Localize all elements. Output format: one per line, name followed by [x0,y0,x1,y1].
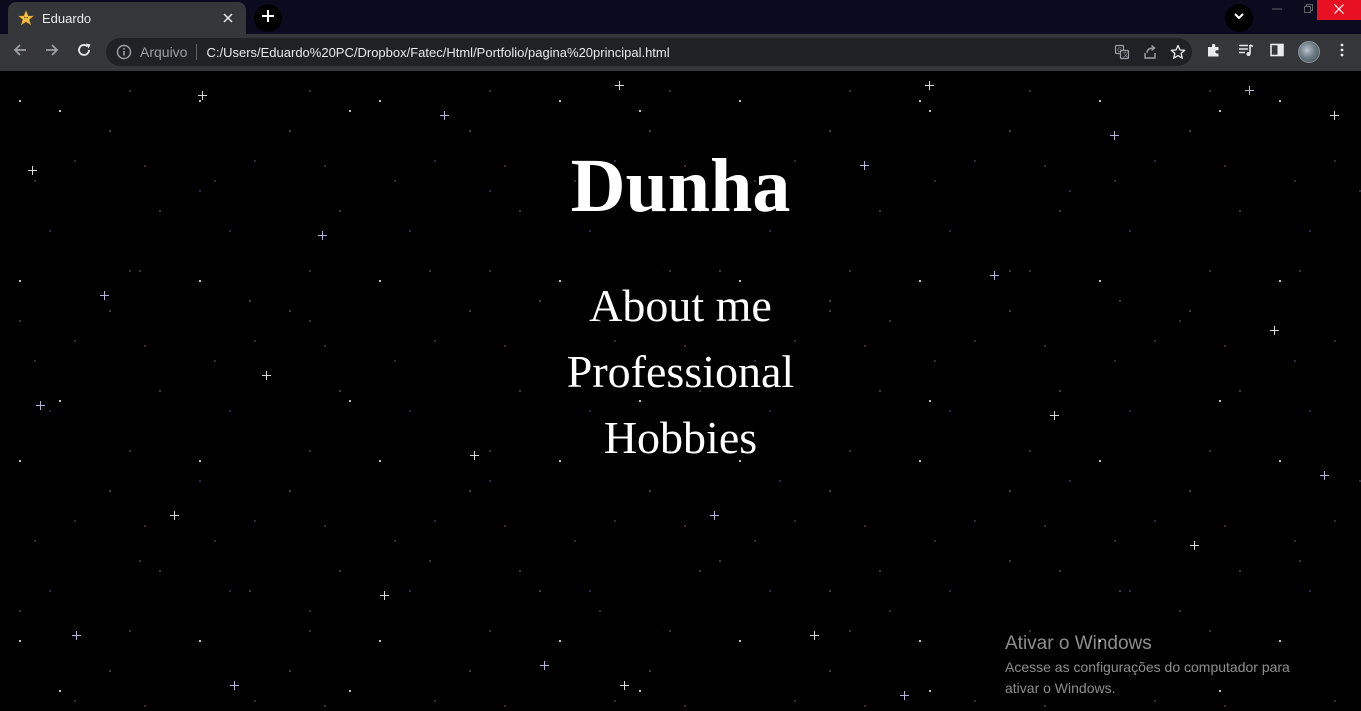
sparkle-star [1110,131,1119,140]
menu-link-about-me[interactable]: About me [589,273,772,339]
sparkle-star [1330,111,1339,120]
star-icon [18,10,34,26]
sparkle-star [540,661,549,670]
side-panel-icon [1269,42,1285,63]
svg-text:文: 文 [1123,51,1129,59]
sparkle-star [615,81,624,90]
translate-icon[interactable]: G文 [1108,38,1136,66]
close-icon [1334,1,1344,19]
svg-text:G: G [1117,47,1122,54]
playlist-icon [1238,42,1254,63]
sparkle-star [170,511,179,520]
activation-title: Ativar o Windows [1005,633,1152,654]
sparkle-star [810,631,819,640]
sparkle-star [900,691,909,700]
sparkle-star [318,231,327,240]
info-icon[interactable] [116,44,132,60]
activation-line-2: ativar o Windows. [1005,680,1116,696]
back-button[interactable] [6,38,34,66]
reload-button[interactable] [70,38,98,66]
sparkle-star [620,681,629,690]
sparkle-star [230,681,239,690]
tab-strip: Eduardo [0,0,1361,34]
side-panel-button[interactable] [1263,38,1291,66]
share-icon[interactable] [1136,38,1164,66]
sparkle-star [710,511,719,520]
sparkle-star [1190,541,1199,550]
profile-button[interactable] [1295,38,1323,66]
url-text[interactable]: C:/Users/Eduardo%20PC/Dropbox/Fatec/Html… [206,45,1108,60]
tab-title: Eduardo [42,10,92,26]
chevron-down-icon [1233,9,1245,27]
sparkle-star [380,591,389,600]
sparkle-star [1245,86,1254,95]
extensions-button[interactable] [1200,38,1228,66]
page-background: Dunha About me Professional Hobbies Ativ… [0,71,1361,711]
avatar [1298,41,1320,63]
minimize-icon [1272,1,1282,19]
activation-line-1: Acesse as configurações do computador pa… [1005,659,1290,675]
page-title: Dunha [570,144,791,228]
plus-icon [261,9,275,28]
browser-tab[interactable]: Eduardo [8,2,246,34]
forward-button[interactable] [38,38,66,66]
sparkle-star [440,111,449,120]
arrow-right-icon [44,42,60,63]
sparkle-star [198,91,207,100]
menu-button[interactable] [1328,38,1356,66]
sparkle-star [72,631,81,640]
puzzle-icon [1206,42,1222,63]
reload-icon [76,42,92,63]
star-bookmark-icon[interactable] [1164,38,1192,66]
scheme-label: Arquivo [140,44,188,60]
menu-link-professional[interactable]: Professional [567,339,794,405]
windows-activation-watermark: Ativar o Windows Acesse as configurações… [1005,632,1345,698]
sparkle-star [925,81,934,90]
kebab-menu-icon [1334,42,1350,63]
browser-toolbar: Arquivo C:/Users/Eduardo%20PC/Dropbox/Fa… [0,34,1361,71]
close-window-button[interactable] [1317,0,1361,20]
tab-search-button[interactable] [1225,4,1253,32]
media-control-button[interactable] [1232,38,1260,66]
new-tab-button[interactable] [254,4,282,32]
sparkle-star [1320,471,1329,480]
close-tab-icon[interactable] [220,10,236,26]
main-menu: About me Professional Hobbies [0,273,1361,471]
arrow-left-icon [12,42,28,63]
restore-icon [1303,1,1313,19]
address-bar[interactable]: Arquivo C:/Users/Eduardo%20PC/Dropbox/Fa… [106,38,1192,66]
omnibox-divider [196,44,198,60]
menu-link-hobbies[interactable]: Hobbies [604,405,757,471]
